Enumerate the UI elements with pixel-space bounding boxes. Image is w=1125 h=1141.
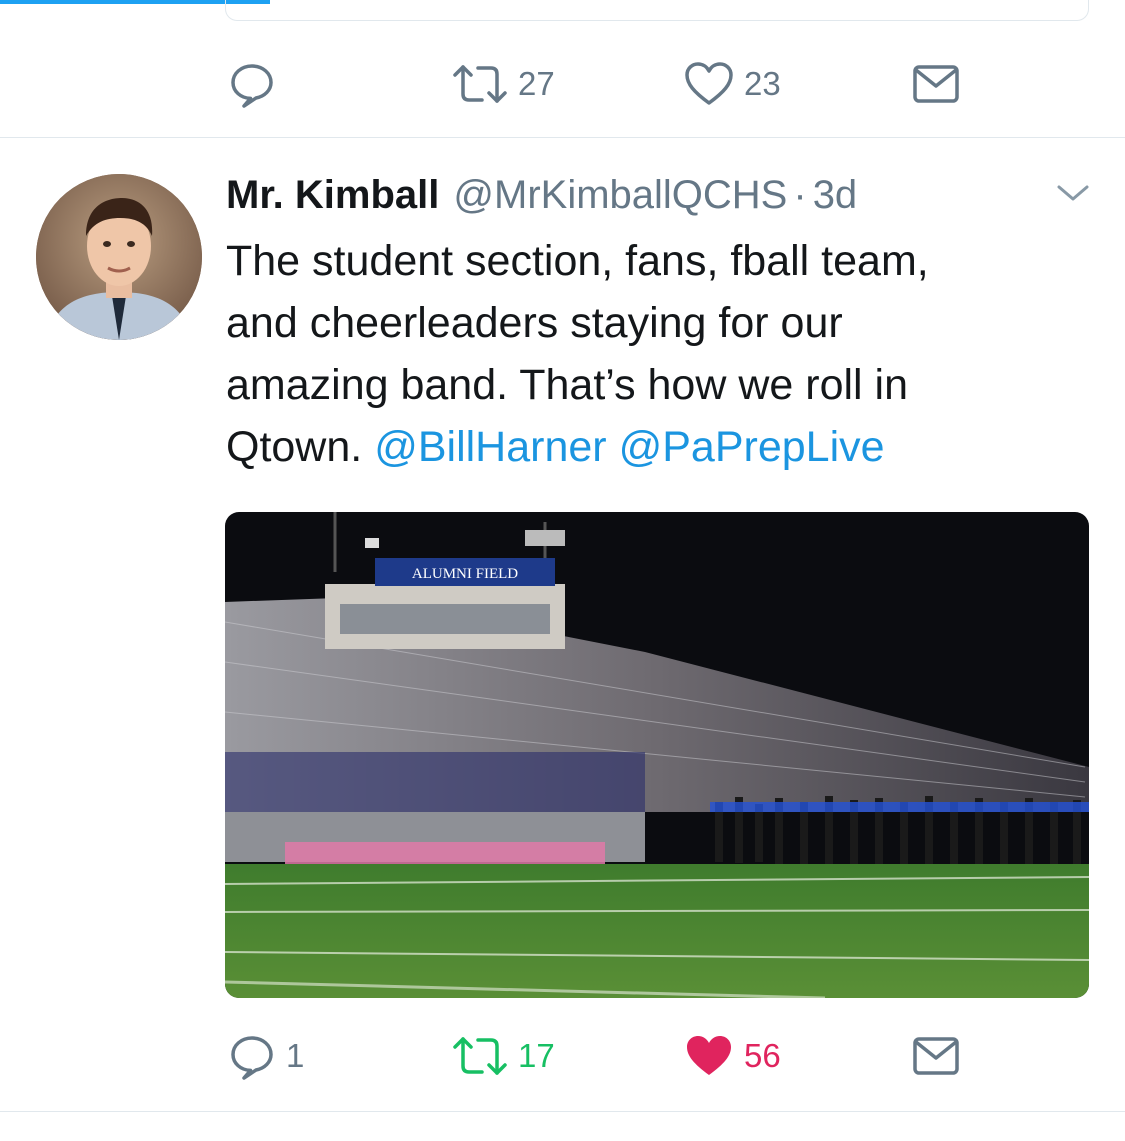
direct-message-button[interactable] bbox=[912, 1026, 960, 1086]
previous-tweet-card-edge bbox=[225, 0, 1089, 21]
retweet-icon bbox=[452, 62, 508, 106]
stadium-sign-text: ALUMNI FIELD bbox=[412, 566, 518, 582]
tweet-text-line: Qtown. @BillHarner @PaPrepLive bbox=[226, 416, 1096, 478]
mention-link[interactable]: @PaPrepLive bbox=[619, 423, 885, 471]
reply-icon bbox=[228, 60, 276, 108]
reply-button[interactable] bbox=[228, 54, 286, 114]
retweet-button[interactable]: 17 bbox=[452, 1026, 555, 1086]
header-separator: · bbox=[793, 172, 807, 217]
previous-tweet-actions: 27 23 bbox=[0, 54, 1125, 114]
direct-message-icon bbox=[912, 1036, 960, 1076]
chevron-down-icon bbox=[1056, 185, 1090, 207]
retweet-icon bbox=[452, 1034, 508, 1078]
tweet-text-line: The student section, fans, fball team, bbox=[226, 237, 929, 285]
like-button[interactable]: 23 bbox=[684, 54, 781, 114]
tweet-divider bbox=[0, 1111, 1125, 1112]
tweet-text-line: and cheerleaders staying for our bbox=[226, 299, 843, 347]
retweet-count: 27 bbox=[518, 65, 555, 102]
tweet-media-photo[interactable]: ALUMNI FIELD bbox=[225, 512, 1089, 998]
mention-link[interactable]: @BillHarner bbox=[374, 423, 606, 471]
tweet-timestamp[interactable]: 3d bbox=[813, 173, 858, 218]
direct-message-icon bbox=[912, 64, 960, 104]
like-button[interactable]: 56 bbox=[684, 1026, 781, 1086]
reply-button[interactable]: 1 bbox=[228, 1026, 304, 1086]
like-icon bbox=[684, 61, 734, 107]
tweet-actions: 1 17 56 bbox=[0, 1026, 1125, 1086]
tweet-text-segment: Qtown. bbox=[226, 423, 363, 471]
tweet-options-button[interactable] bbox=[1056, 183, 1090, 208]
author-handle[interactable]: @MrKimballQCHS bbox=[453, 173, 787, 218]
direct-message-button[interactable] bbox=[912, 54, 960, 114]
author-name[interactable]: Mr. Kimball bbox=[226, 173, 439, 218]
like-count: 56 bbox=[744, 1037, 781, 1074]
reply-icon bbox=[228, 1032, 276, 1080]
reply-count: 1 bbox=[286, 1037, 305, 1074]
retweet-count: 17 bbox=[518, 1037, 555, 1074]
stadium-photo: ALUMNI FIELD bbox=[225, 512, 1089, 998]
tweet-text-line: amazing band. That’s how we roll in bbox=[226, 361, 909, 409]
retweet-button[interactable]: 27 bbox=[452, 54, 555, 114]
like-count: 23 bbox=[744, 65, 781, 102]
tweet-header: Mr. Kimball @MrKimballQCHS · 3d bbox=[226, 168, 857, 222]
tweet-divider bbox=[0, 137, 1125, 138]
tweet-text: The student section, fans, fball team, a… bbox=[226, 230, 1096, 478]
avatar[interactable] bbox=[36, 174, 202, 340]
like-icon bbox=[684, 1033, 734, 1079]
avatar-portrait bbox=[36, 174, 202, 340]
